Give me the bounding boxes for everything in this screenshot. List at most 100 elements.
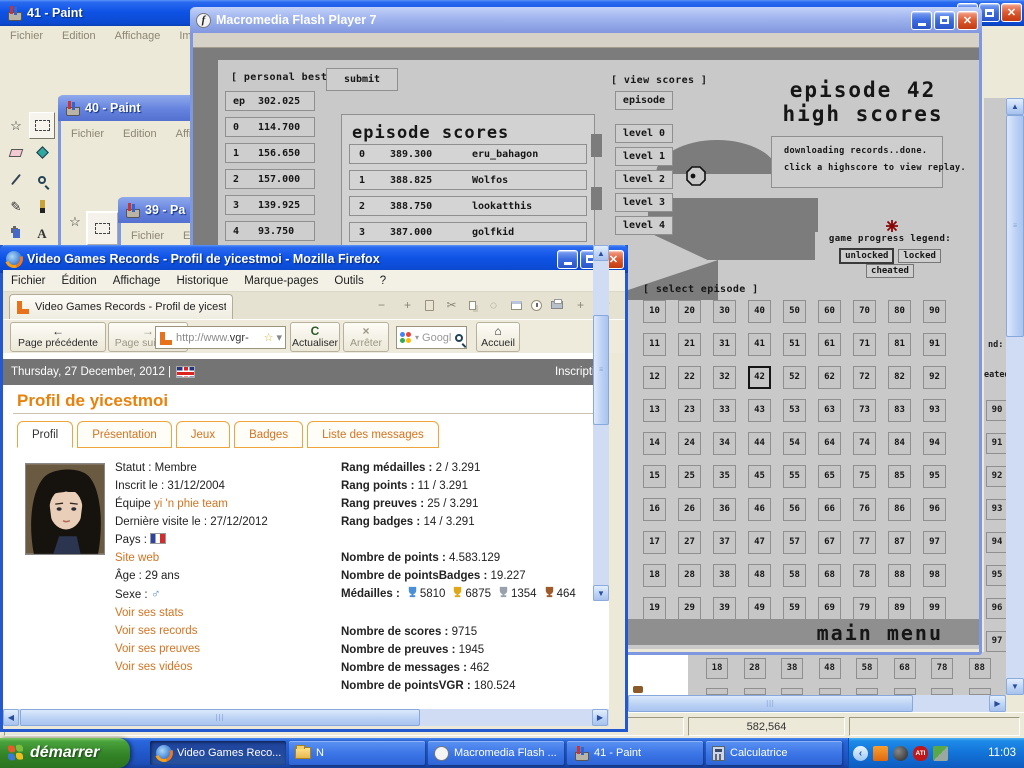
level-button[interactable]: level 2: [615, 170, 673, 189]
browser-tab[interactable]: Video Games Records - Profil de yicestmo…: [9, 294, 233, 319]
tray-collapse-icon[interactable]: ‹: [853, 746, 868, 761]
stop-button[interactable]: × Arrêter: [343, 322, 389, 352]
episode-cell[interactable]: 21: [678, 333, 701, 356]
episode-cell[interactable]: 98: [923, 564, 946, 587]
text-tool-icon[interactable]: A: [29, 220, 55, 247]
zoom-in-icon[interactable]: +: [399, 298, 416, 312]
episode-cell[interactable]: 53: [783, 399, 806, 422]
episode-cell[interactable]: 93: [923, 399, 946, 422]
episode-cell[interactable]: 15: [643, 465, 666, 488]
episode-cell[interactable]: 14: [643, 432, 666, 455]
episode-cell[interactable]: 57: [783, 531, 806, 554]
brush-icon[interactable]: [29, 193, 55, 220]
menu-item[interactable]: Fichier: [69, 126, 106, 142]
mini-scroll-thumb[interactable]: [591, 134, 602, 157]
scroll-left-arrow[interactable]: ◀: [3, 709, 19, 726]
episode-cell[interactable]: 79: [853, 597, 876, 620]
minimize-button[interactable]: [557, 250, 578, 269]
menu-item[interactable]: ?: [380, 275, 386, 287]
episode-cell[interactable]: 33: [713, 399, 736, 422]
eraser-icon[interactable]: [3, 139, 29, 166]
menu-item[interactable]: Historique: [176, 275, 228, 287]
start-button[interactable]: démarrer: [0, 738, 130, 768]
magnifier-icon[interactable]: [29, 166, 55, 193]
episode-cell[interactable]: 31: [713, 333, 736, 356]
profile-link[interactable]: Voir ses preuves: [115, 640, 335, 658]
episode-cell[interactable]: 17: [643, 531, 666, 554]
taskbar-item[interactable]: 41 - Paint: [567, 741, 703, 765]
airbrush-icon[interactable]: [3, 220, 29, 247]
scroll-thumb[interactable]: |||: [20, 709, 420, 726]
episode-cell[interactable]: 39: [713, 597, 736, 620]
episode-cell[interactable]: 59: [783, 597, 806, 620]
rect-select-icon[interactable]: [29, 112, 55, 139]
episode-cell[interactable]: 94: [923, 432, 946, 455]
episode-cell[interactable]: 73: [853, 399, 876, 422]
highscore-row[interactable]: 0 389.300 eru_bahagon: [349, 144, 587, 164]
episode-cell[interactable]: 10: [643, 300, 666, 323]
history-icon[interactable]: [531, 300, 542, 311]
episode-cell[interactable]: 84: [888, 432, 911, 455]
episode-cell[interactable]: 95: [923, 465, 946, 488]
main-menu-button[interactable]: main menu: [817, 621, 943, 645]
level-button[interactable]: level 4: [615, 216, 673, 235]
url-bar[interactable]: http://www.vgr- ☆ ▾: [155, 326, 286, 349]
episode-cell[interactable]: 30: [713, 300, 736, 323]
menu-item[interactable]: Fichier: [11, 275, 46, 287]
scroll-right-arrow[interactable]: ▶: [592, 709, 608, 726]
close-button[interactable]: ✕: [1001, 3, 1022, 22]
scroll-right-arrow[interactable]: ▶: [989, 695, 1006, 712]
highscore-row[interactable]: 1 388.825 Wolfos: [349, 170, 587, 190]
url-dropdown-icon[interactable]: ▾: [276, 331, 282, 344]
menu-item[interactable]: Affichage: [113, 275, 161, 287]
tray-ati-icon[interactable]: ATI: [913, 746, 928, 761]
episode-cell[interactable]: 29: [678, 597, 701, 620]
back-button[interactable]: ← Page précédente: [10, 322, 106, 352]
episode-cell[interactable]: 16: [643, 498, 666, 521]
episode-cell[interactable]: 41: [748, 333, 771, 356]
taskbar-item[interactable]: Macromedia Flash ...: [428, 741, 564, 765]
episode-cell[interactable]: 63: [818, 399, 841, 422]
scroll-up-arrow[interactable]: ▲: [1006, 98, 1024, 115]
maximize-button[interactable]: [934, 11, 955, 30]
episode-cell[interactable]: 83: [888, 399, 911, 422]
scroll-down-arrow[interactable]: ▼: [1006, 678, 1024, 695]
episode-cell[interactable]: 92: [923, 366, 946, 389]
uk-flag-icon[interactable]: [176, 366, 195, 378]
episode-cell[interactable]: 69: [818, 597, 841, 620]
refresh-button[interactable]: C Actualiser: [290, 322, 340, 352]
episode-cell[interactable]: 18: [643, 564, 666, 587]
episode-cell[interactable]: 67: [818, 531, 841, 554]
episode-cell[interactable]: 49: [748, 597, 771, 620]
scroll-thumb[interactable]: |||: [628, 695, 913, 712]
minimize-button[interactable]: [911, 11, 932, 30]
episode-cell[interactable]: 25: [678, 465, 701, 488]
episode-cell[interactable]: 48: [748, 564, 771, 587]
profile-tab[interactable]: Jeux: [176, 421, 230, 448]
profile-link[interactable]: Voir ses vidéos: [115, 658, 335, 676]
episode-cell[interactable]: 97: [923, 531, 946, 554]
taskbar-item[interactable]: N: [289, 741, 425, 765]
freeform-select-icon[interactable]: ☆: [63, 214, 87, 230]
menu-item[interactable]: Édition: [62, 275, 97, 287]
search-engine-caret-icon[interactable]: ▾: [415, 333, 419, 342]
level-button[interactable]: level 0: [615, 124, 673, 143]
episode-cell[interactable]: 72: [853, 366, 876, 389]
episode-cell[interactable]: 20: [678, 300, 701, 323]
episode-cell[interactable]: 71: [853, 333, 876, 356]
profile-tab[interactable]: Présentation: [77, 421, 172, 448]
episode-cell[interactable]: 38: [713, 564, 736, 587]
episode-cell[interactable]: 80: [888, 300, 911, 323]
episode-cell[interactable]: 64: [818, 432, 841, 455]
episode-cell[interactable]: 52: [783, 366, 806, 389]
episode-cell[interactable]: 74: [853, 432, 876, 455]
episode-cell[interactable]: 56: [783, 498, 806, 521]
episode-cell[interactable]: 89: [888, 597, 911, 620]
episode-cell[interactable]: 47: [748, 531, 771, 554]
bookmark-star-icon[interactable]: ☆: [264, 331, 274, 344]
tray-usb-icon[interactable]: [933, 746, 948, 761]
episode-cell[interactable]: 28: [678, 564, 701, 587]
menu-item[interactable]: Fichier: [129, 228, 166, 244]
menu-item[interactable]: Affichage: [113, 28, 163, 44]
profile-link[interactable]: Voir ses records: [115, 622, 335, 640]
